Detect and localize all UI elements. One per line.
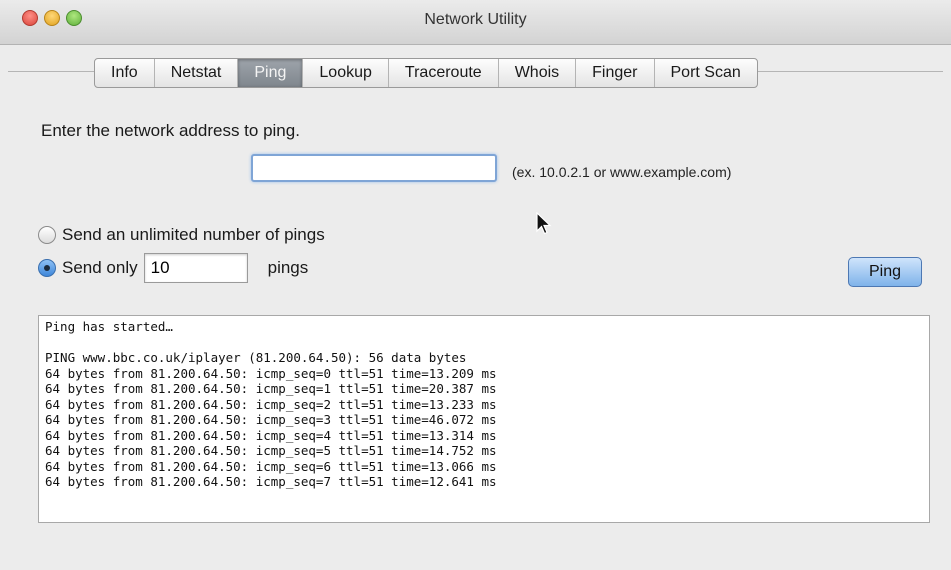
output-spacer (45, 335, 923, 351)
window-title: Network Utility (424, 11, 527, 28)
tab-netstat[interactable]: Netstat (155, 59, 239, 87)
ping-header-line: PING www.bbc.co.uk/iplayer (81.200.64.50… (45, 350, 467, 365)
tab-lookup[interactable]: Lookup (303, 59, 389, 87)
ping-reply-line: 64 bytes from 81.200.64.50: icmp_seq=6 t… (45, 458, 497, 474)
ping-output[interactable]: Ping has started… PING www.bbc.co.uk/ipl… (38, 315, 930, 523)
title-bar: Network Utility (0, 0, 951, 45)
ping-reply-line: 64 bytes from 81.200.64.50: icmp_seq=3 t… (45, 412, 497, 427)
tab-bar: Info Netstat Ping Lookup Traceroute Whois Fing… (94, 58, 758, 88)
unlimited-pings-option[interactable]: Send an unlimited number of pings (38, 225, 325, 245)
network-utility-window: Network Utility Info Netstat Ping Lookup Tra… (0, 0, 951, 570)
ping-reply-line: 64 bytes from 81.200.64.50: icmp_seq=1 t… (45, 381, 497, 396)
limited-pings-option[interactable]: Send only pings (38, 253, 308, 283)
limited-pings-radio[interactable] (38, 259, 56, 277)
tab-whois[interactable]: Whois (499, 59, 577, 87)
tab-traceroute[interactable]: Traceroute (389, 59, 499, 87)
address-input[interactable] (251, 154, 497, 182)
ping-button[interactable]: Ping (848, 257, 922, 287)
ping-reply-line: 64 bytes from 81.200.64.50: icmp_seq=7 t… (45, 474, 497, 489)
tab-port-scan[interactable]: Port Scan (655, 59, 757, 87)
ping-reply-line: 64 bytes from 81.200.64.50: icmp_seq=0 t… (45, 365, 497, 381)
limited-pings-label: Send only (62, 258, 138, 277)
ping-reply-line: 64 bytes from 81.200.64.50: icmp_seq=4 t… (45, 427, 497, 443)
tab-finger[interactable]: Finger (576, 59, 655, 87)
unlimited-pings-label: Send an unlimited number of pings (62, 225, 325, 244)
ping-reply-line: 64 bytes from 81.200.64.50: icmp_seq=5 t… (45, 443, 497, 458)
address-prompt: Enter the network address to ping. (41, 121, 300, 140)
ping-reply-line: 64 bytes from 81.200.64.50: icmp_seq=2 t… (45, 396, 497, 412)
mouse-pointer-icon (536, 212, 552, 235)
ping-count-input[interactable] (143, 253, 248, 283)
pings-suffix-label: pings (267, 258, 309, 277)
unlimited-pings-radio[interactable] (38, 226, 56, 244)
ping-status-line: Ping has started… (45, 319, 173, 334)
tab-ping[interactable]: Ping (238, 59, 304, 87)
address-hint: (ex. 10.0.2.1 or www.example.com) (512, 164, 732, 180)
tab-info[interactable]: Info (95, 59, 155, 87)
